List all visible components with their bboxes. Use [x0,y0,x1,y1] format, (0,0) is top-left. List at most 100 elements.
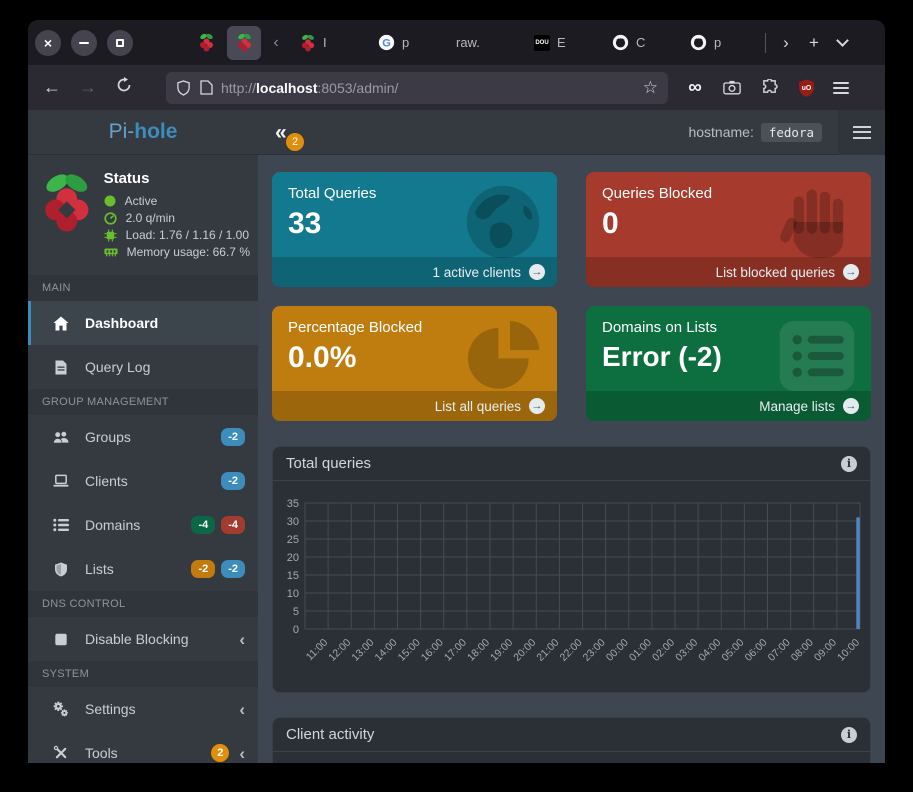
browser-tab[interactable]: I [291,20,369,65]
total-queries-chart[interactable]: 0510152025303511:0012:0013:0014:0015:001… [273,481,870,692]
svg-text:10:00: 10:00 [835,637,862,664]
chevron-left-icon: ‹ [239,745,245,762]
sidebar-item-dashboard[interactable]: Dashboard [28,301,258,345]
svg-text:5: 5 [293,606,299,618]
sidebar-item-groups[interactable]: Groups -2 [28,415,258,459]
memory-icon [104,246,118,258]
svg-text:30: 30 [287,516,299,528]
extensions-button[interactable] [759,79,779,96]
stop-icon [53,633,69,646]
tab-scroll-left-button[interactable]: ‹ [265,34,287,52]
sidebar-item-tools[interactable]: Tools 2 ‹ [28,731,258,763]
hostname-display: hostname: fedora [688,123,822,142]
header-menu-button[interactable] [838,110,885,155]
tab-title: C [636,35,645,50]
browser-toolbar: ← → http://localhost:8053/admin/ ☆ ∞ [28,65,885,110]
sidebar: Status Active 2.0 q/min [28,155,258,763]
back-button[interactable]: ← [40,77,64,98]
ublock-button[interactable]: uO [796,79,816,97]
total-queries-panel: Total queries i 0510152025303511:0012:00… [272,446,871,693]
pihole-favicon [300,34,316,52]
sidebar-item-query-log[interactable]: Query Log [28,345,258,389]
url-bar[interactable]: http://localhost:8053/admin/ ☆ [166,72,668,104]
card-footer-link[interactable]: List all queries → [272,391,557,421]
users-icon [53,430,69,444]
svg-text:21:00: 21:00 [534,637,561,664]
card-footer-link[interactable]: 1 active clients → [272,257,557,287]
tools-badge: 2 [211,744,229,762]
file-icon [53,360,69,375]
cpu-icon [104,229,117,242]
lists-warn-badge: -2 [191,560,215,578]
card-footer-link[interactable]: Manage lists → [586,391,871,421]
screenshot-button[interactable] [722,80,742,95]
sidebar-item-lists[interactable]: Lists -2 -2 [28,547,258,591]
list-all-tabs-button[interactable] [836,34,849,47]
section-header-system: SYSTEM [28,661,258,687]
pinned-tab[interactable] [189,26,223,60]
card-footer-link[interactable]: List blocked queries → [586,257,871,287]
sidebar-item-disable-blocking[interactable]: Disable Blocking ‹ [28,617,258,661]
sidebar-collapse-button[interactable]: « [275,122,287,143]
sidebar-item-domains[interactable]: Domains -4 -4 [28,503,258,547]
tracking-shield-icon [176,80,191,96]
maximize-icon [116,39,124,47]
window-close-button[interactable]: × [35,30,61,56]
svg-text:23:00: 23:00 [581,637,608,664]
svg-text:10: 10 [287,588,299,600]
minimize-icon [79,42,89,44]
browser-tab[interactable]: raw. [447,20,525,65]
github-favicon [690,34,707,51]
svg-text:22:00: 22:00 [558,637,585,664]
info-icon[interactable]: i [841,727,857,743]
brand-text: Pi-hole [109,120,178,144]
browser-tab[interactable]: C [603,20,681,65]
browser-tab-bar: × ‹ [28,20,885,65]
app-body: Status Active 2.0 q/min [28,155,885,763]
pinned-tab-active[interactable] [227,26,261,60]
svg-text:12:00: 12:00 [326,637,353,664]
status-row: Active [104,194,250,208]
gauge-icon [104,212,117,225]
bookmark-star-icon[interactable]: ☆ [643,78,658,98]
pihole-logo [40,168,94,238]
window-minimize-button[interactable] [71,30,97,56]
window-maximize-button[interactable] [107,30,133,56]
queries-over-time-chart: 0510152025303511:0012:0013:0014:0015:001… [273,483,868,681]
extension-infinity-button[interactable]: ∞ [685,78,705,97]
info-icon[interactable]: i [841,456,857,472]
percentage-blocked-card: Percentage Blocked 0.0% List all queries [272,306,557,421]
reload-button[interactable] [112,77,136,98]
camera-icon [723,80,741,95]
status-block: Status Active 2.0 q/min [28,155,258,275]
svg-text:06:00: 06:00 [743,637,770,664]
status-row: Memory usage: 66.7 % [104,245,250,259]
svg-text:02:00: 02:00 [650,637,677,664]
svg-text:05:00: 05:00 [719,637,746,664]
svg-text:07:00: 07:00 [766,637,793,664]
browser-tab[interactable]: G p [369,20,447,65]
puzzle-icon [761,79,778,96]
browser-menu-button[interactable] [833,82,849,94]
tab-scroll-right-button[interactable]: › [772,33,800,53]
arrow-circle-icon: → [843,264,859,280]
pihole-brand[interactable]: Pi-hole [28,110,258,154]
hostname-value: fedora [761,123,822,142]
pihole-header: Pi-hole « 2 hostname: fedora [28,110,885,155]
arrow-circle-icon: → [529,264,545,280]
lists-info-badge: -2 [221,560,245,578]
svg-text:14:00: 14:00 [373,637,400,664]
hand-icon [773,180,861,264]
list-big-icon [773,314,861,398]
section-header-group-management: GROUP MANAGEMENT [28,389,258,415]
infinity-icon: ∞ [688,78,702,97]
browser-tab[interactable]: DOU E [525,20,603,65]
browser-tab[interactable]: p [681,20,759,65]
sidebar-item-clients[interactable]: Clients -2 [28,459,258,503]
desktop-background: × ‹ [0,0,913,792]
new-tab-button[interactable]: + [800,33,828,53]
sidebar-item-settings[interactable]: Settings ‹ [28,687,258,731]
forward-button[interactable]: → [76,77,100,98]
svg-text:13:00: 13:00 [349,637,376,664]
total-queries-card: Total Queries 33 [272,172,557,287]
